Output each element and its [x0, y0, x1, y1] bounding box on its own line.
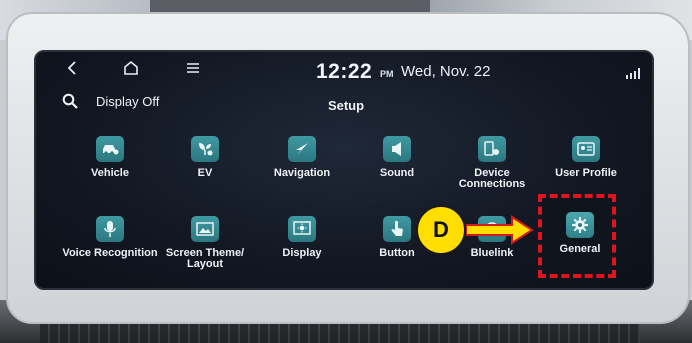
step-marker: D [416, 205, 466, 255]
microphone-icon [96, 216, 124, 242]
date-text: Wed, Nov. 22 [401, 63, 491, 80]
device-connection-icon [478, 136, 506, 162]
speaker-icon [383, 136, 411, 162]
menu-item-label: User Profile [555, 167, 617, 179]
clock-ampm: PM [380, 69, 394, 79]
display-brightness-icon [288, 216, 316, 242]
menu-item-ev[interactable]: EV [157, 136, 253, 210]
picture-icon [191, 216, 219, 242]
photo-background: 12:22 PM Wed, Nov. 22 Display Off Setup … [0, 0, 692, 343]
menu-item-screen-theme-layout[interactable]: Screen Theme/ Layout [157, 216, 253, 288]
user-profile-icon [572, 136, 600, 162]
clock-time: 12:22 [316, 60, 373, 83]
car-settings-icon [96, 136, 124, 162]
button-touch-icon [383, 216, 411, 242]
page-title: Setup [327, 98, 365, 113]
ev-plant-icon [191, 136, 219, 162]
menu-icon[interactable] [186, 61, 200, 75]
home-icon[interactable] [122, 59, 140, 77]
arrow-right-icon [465, 215, 534, 245]
signal-icon [626, 66, 640, 79]
highlight-frame [538, 194, 616, 278]
navigation-arrow-icon [288, 136, 316, 162]
chevron-left-icon[interactable] [64, 61, 80, 77]
status-bar: 12:22 PM Wed, Nov. 22 [36, 52, 652, 88]
